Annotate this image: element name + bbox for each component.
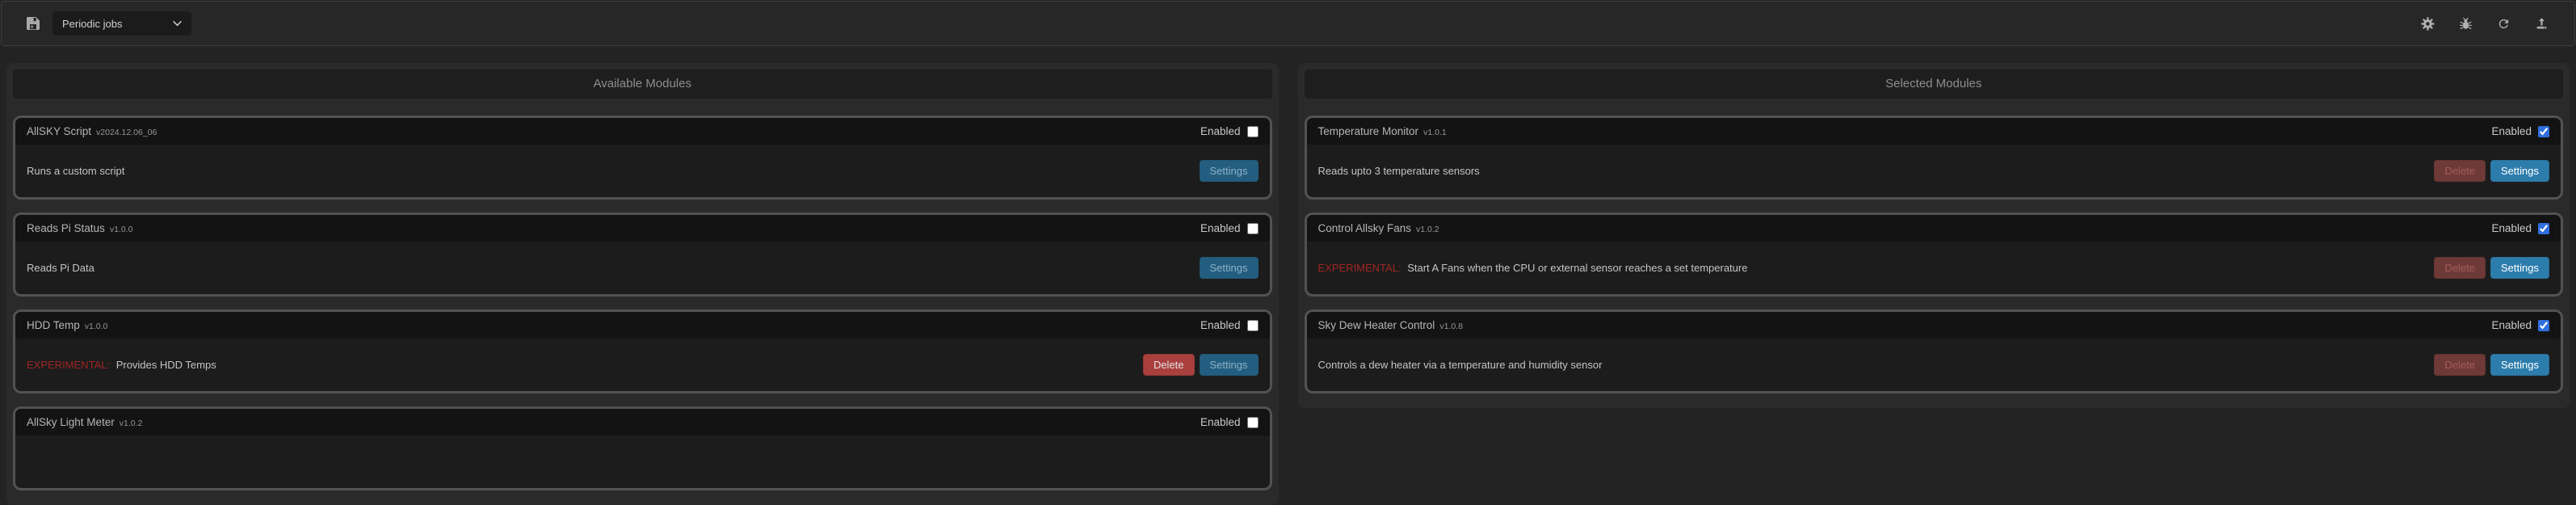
selected-modules-header: Selected Modules xyxy=(1304,69,2563,99)
settings-button[interactable]: Settings xyxy=(2490,257,2549,279)
enabled-checkbox[interactable] xyxy=(2538,222,2549,234)
module-card-body: Controls a dew heater via a temperature … xyxy=(1307,339,2561,391)
enabled-toggle[interactable]: Enabled xyxy=(1200,222,1259,234)
enabled-label: Enabled xyxy=(1200,319,1241,331)
upload-icon[interactable] xyxy=(2535,17,2549,31)
delete-button[interactable]: Delete xyxy=(2434,354,2486,376)
module-card-body xyxy=(15,436,1270,488)
modules-content: Available Modules AllSKY Script v2024.12… xyxy=(0,47,2576,505)
enabled-checkbox[interactable] xyxy=(1246,416,1259,428)
delete-button[interactable]: Delete xyxy=(1142,354,1195,376)
module-card-hdd-temp[interactable]: HDD Temp v1.0.0 Enabled EXPERIMENTAL: Pr… xyxy=(13,309,1272,393)
available-modules-panel: Available Modules AllSKY Script v2024.12… xyxy=(6,63,1279,505)
module-card-temperature-monitor[interactable]: Temperature Monitor v1.0.1 Enabled Reads… xyxy=(1304,116,2563,200)
settings-button[interactable]: Settings xyxy=(1199,257,1259,279)
experimental-label: EXPERIMENTAL: xyxy=(27,359,111,371)
module-description-text: Provides HDD Temps xyxy=(116,359,216,371)
reload-icon[interactable] xyxy=(2497,17,2511,31)
debug-bug-icon[interactable] xyxy=(2459,17,2473,31)
module-card-header: AllSKY Script v2024.12.06_06 Enabled xyxy=(15,118,1270,145)
selected-modules-panel: Selected Modules Temperature Monitor v1.… xyxy=(1297,63,2570,408)
module-version: v1.0.2 xyxy=(119,418,143,428)
module-description: Reads upto 3 temperature sensors xyxy=(1318,165,1480,177)
enabled-toggle[interactable]: Enabled xyxy=(1200,319,1259,331)
settings-gear-icon[interactable] xyxy=(2421,16,2435,31)
module-version: v1.0.1 xyxy=(1423,127,1447,137)
settings-button[interactable]: Settings xyxy=(1199,160,1259,182)
enabled-checkbox[interactable] xyxy=(1246,319,1259,331)
delete-button[interactable]: Delete xyxy=(2434,257,2486,279)
enabled-toggle[interactable]: Enabled xyxy=(2491,319,2549,331)
settings-button[interactable]: Settings xyxy=(2490,160,2549,182)
enabled-toggle[interactable]: Enabled xyxy=(1200,125,1259,137)
enabled-label: Enabled xyxy=(1200,416,1241,428)
module-name: AllSky Light Meter xyxy=(27,416,115,428)
toolbar-actions xyxy=(2421,16,2549,31)
module-version: v2024.12.06_06 xyxy=(96,127,158,137)
enabled-toggle[interactable]: Enabled xyxy=(1200,416,1259,428)
module-card-body: EXPERIMENTAL: Start A Fans when the CPU … xyxy=(1307,242,2561,294)
module-description: Reads Pi Data xyxy=(27,262,95,274)
module-card-header: HDD Temp v1.0.0 Enabled xyxy=(15,312,1270,339)
module-card-header: Control Allsky Fans v1.0.2 Enabled xyxy=(1306,215,2561,242)
module-description-text: Start A Fans when the CPU or external se… xyxy=(1407,262,1748,274)
module-card-sky-dew-heater-control[interactable]: Sky Dew Heater Control v1.0.8 Enabled Co… xyxy=(1304,309,2563,393)
module-name: Temperature Monitor xyxy=(1317,125,1419,137)
module-name: Control Allsky Fans xyxy=(1317,222,1412,234)
module-card-body: Reads Pi Data Settings xyxy=(15,242,1270,294)
module-version: v1.0.0 xyxy=(109,224,133,234)
module-description: Controls a dew heater via a temperature … xyxy=(1318,359,1603,371)
delete-button[interactable]: Delete xyxy=(2434,160,2486,182)
module-card-header: Reads Pi Status v1.0.0 Enabled xyxy=(15,215,1270,242)
settings-button[interactable]: Settings xyxy=(2490,354,2549,376)
enabled-checkbox[interactable] xyxy=(2538,125,2549,137)
enabled-label: Enabled xyxy=(2491,222,2532,234)
save-icon xyxy=(27,17,40,30)
module-name: AllSKY Script xyxy=(27,125,92,137)
module-description: Runs a custom script xyxy=(27,165,124,177)
enabled-label: Enabled xyxy=(2491,125,2532,137)
module-version: v1.0.8 xyxy=(1439,321,1463,331)
module-description-text: Runs a custom script xyxy=(27,165,125,177)
module-card-header: AllSky Light Meter v1.0.2 Enabled xyxy=(15,409,1270,436)
available-modules-header: Available Modules xyxy=(13,69,1272,99)
enabled-checkbox[interactable] xyxy=(1246,125,1259,137)
module-version: v1.0.0 xyxy=(84,321,108,331)
chevron-down-icon xyxy=(173,20,182,27)
enabled-label: Enabled xyxy=(2491,319,2532,331)
enabled-checkbox[interactable] xyxy=(1246,222,1259,234)
module-description: EXPERIMENTAL: Start A Fans when the CPU … xyxy=(1318,262,1748,274)
module-description-text: Reads upto 3 temperature sensors xyxy=(1317,165,1480,177)
module-name: Sky Dew Heater Control xyxy=(1317,319,1435,331)
module-card-header: Temperature Monitor v1.0.1 Enabled xyxy=(1306,118,2561,145)
module-card-allsky-light-meter[interactable]: AllSky Light Meter v1.0.2 Enabled xyxy=(13,406,1272,490)
enabled-toggle[interactable]: Enabled xyxy=(2491,125,2549,137)
module-card-allsky-script[interactable]: AllSKY Script v2024.12.06_06 Enabled Run… xyxy=(13,116,1272,200)
module-card-header: Sky Dew Heater Control v1.0.8 Enabled xyxy=(1306,312,2561,339)
toolbar: Periodic jobs xyxy=(1,1,2575,46)
module-name: HDD Temp xyxy=(27,319,80,331)
module-card-reads-pi-status[interactable]: Reads Pi Status v1.0.0 Enabled Reads Pi … xyxy=(13,213,1272,297)
experimental-label: EXPERIMENTAL: xyxy=(1317,262,1401,274)
module-description-text: Reads Pi Data xyxy=(27,262,95,274)
module-name: Reads Pi Status xyxy=(27,222,105,234)
module-card-control-allsky-fans[interactable]: Control Allsky Fans v1.0.2 Enabled EXPER… xyxy=(1304,213,2563,297)
settings-button[interactable]: Settings xyxy=(1199,354,1259,376)
module-type-dropdown-value: Periodic jobs xyxy=(62,17,123,30)
module-description: EXPERIMENTAL: Provides HDD Temps xyxy=(27,359,216,371)
module-card-body: Runs a custom script Settings xyxy=(15,145,1270,197)
module-type-dropdown[interactable]: Periodic jobs xyxy=(53,11,191,36)
enabled-checkbox[interactable] xyxy=(2538,319,2549,331)
module-description-text: Controls a dew heater via a temperature … xyxy=(1317,359,1603,371)
enabled-toggle[interactable]: Enabled xyxy=(2491,222,2549,234)
module-card-body: Reads upto 3 temperature sensors Delete … xyxy=(1307,145,2561,197)
enabled-label: Enabled xyxy=(1200,222,1241,234)
module-version: v1.0.2 xyxy=(1416,224,1439,234)
enabled-label: Enabled xyxy=(1200,125,1241,137)
module-card-body: EXPERIMENTAL: Provides HDD Temps Delete … xyxy=(15,339,1270,391)
save-button[interactable] xyxy=(26,16,40,31)
